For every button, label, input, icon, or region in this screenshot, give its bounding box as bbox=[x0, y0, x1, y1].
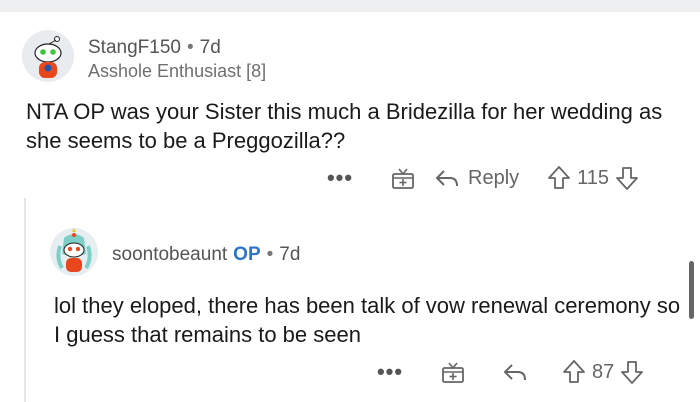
gift-icon[interactable] bbox=[390, 165, 416, 191]
user-flair: Asshole Enthusiast [8] bbox=[88, 61, 267, 81]
comment-author-line: soontobeaunt OP • 7d bbox=[112, 244, 300, 266]
more-options-button[interactable]: ••• bbox=[320, 165, 360, 191]
comment-actions: ••• 87 bbox=[370, 356, 644, 388]
comment-actions: ••• Reply 115 bbox=[320, 162, 639, 194]
meta-separator: • bbox=[186, 37, 194, 58]
downvote-arrow-icon[interactable] bbox=[620, 359, 644, 385]
more-options-button[interactable]: ••• bbox=[370, 359, 410, 385]
reply-label: Reply bbox=[468, 166, 520, 189]
vote-count: 115 bbox=[577, 166, 610, 189]
reply-button[interactable] bbox=[502, 360, 528, 384]
downvote-arrow-icon[interactable] bbox=[615, 165, 639, 191]
comment: StangF150 • 7d Asshole Enthusiast [8] NTA … bbox=[0, 12, 700, 212]
reply-comment: soontobeaunt OP • 7d lol they eloped, there… bbox=[0, 208, 700, 402]
comment-body: NTA OP was your Sister this much a Bride… bbox=[26, 99, 663, 153]
vote-count: 87 bbox=[592, 360, 615, 383]
comment-body: lol they eloped, there has been talk of … bbox=[54, 293, 681, 347]
gift-icon[interactable] bbox=[440, 359, 466, 385]
comment-age: 7d bbox=[279, 244, 301, 265]
reply-button[interactable]: Reply bbox=[434, 166, 519, 190]
snoo-avatar-icon bbox=[56, 228, 92, 272]
avatar[interactable] bbox=[22, 30, 74, 82]
scrollbar[interactable] bbox=[689, 261, 694, 319]
avatar[interactable] bbox=[50, 228, 98, 276]
upvote-arrow-icon[interactable] bbox=[547, 165, 571, 191]
meta-separator: • bbox=[266, 244, 274, 265]
comment-author-line: StangF150 • 7d bbox=[88, 37, 221, 59]
username-link[interactable]: soontobeaunt bbox=[112, 244, 227, 265]
snoo-avatar-icon bbox=[34, 36, 62, 78]
comment-age: 7d bbox=[199, 37, 221, 58]
top-separator-bar bbox=[0, 0, 700, 12]
op-badge: OP bbox=[233, 244, 261, 265]
username-link[interactable]: StangF150 bbox=[88, 37, 181, 58]
reply-arrow-icon bbox=[502, 360, 528, 384]
upvote-arrow-icon[interactable] bbox=[562, 359, 586, 385]
reply-arrow-icon bbox=[434, 166, 460, 190]
